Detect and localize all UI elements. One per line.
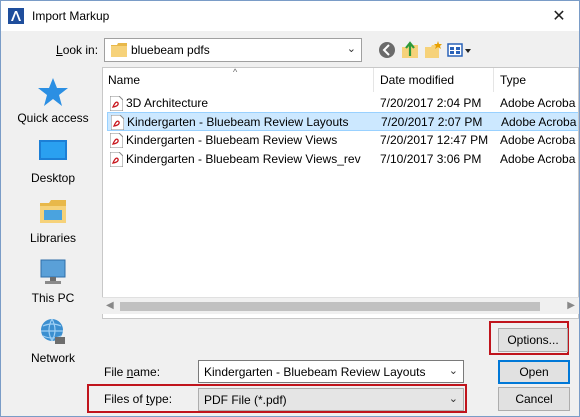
pdf-file-icon xyxy=(110,96,123,111)
import-markup-dialog: Import Markup ✕ Look in: bluebeam pdfs ⌄ xyxy=(0,0,580,417)
chevron-down-icon: ⌄ xyxy=(448,393,458,405)
place-label: Quick access xyxy=(17,111,89,125)
pdf-file-icon xyxy=(111,115,124,130)
files-of-type-dropdown[interactable]: PDF File (*.pdf) ⌄ xyxy=(198,388,464,411)
files-of-type-label: Files of type: xyxy=(104,392,173,406)
place-label: Libraries xyxy=(29,231,77,245)
place-libraries[interactable]: Libraries xyxy=(9,197,97,253)
computer-icon xyxy=(40,259,66,284)
folder-icon xyxy=(111,43,127,57)
file-row[interactable]: 3D Architecture 7/20/2017 2:04 PM Adobe … xyxy=(107,94,578,113)
place-label: Desktop xyxy=(30,171,76,185)
look-in-label: Look in: xyxy=(56,43,99,57)
place-quick-access[interactable]: Quick access xyxy=(9,77,97,133)
close-icon: ✕ xyxy=(552,8,566,25)
cancel-button[interactable]: Cancel xyxy=(498,387,570,411)
back-arrow-icon[interactable] xyxy=(377,40,397,60)
app-icon xyxy=(8,8,24,24)
file-type: Adobe Acroba xyxy=(501,115,577,129)
open-button[interactable]: Open xyxy=(498,360,570,384)
desktop-icon xyxy=(39,140,67,160)
scrollbar-thumb[interactable] xyxy=(120,302,540,311)
look-in-value: bluebeam pdfs xyxy=(131,43,210,57)
up-folder-icon[interactable] xyxy=(400,40,420,60)
sort-ascending-icon: ^ xyxy=(233,67,238,77)
column-header-name[interactable]: Name xyxy=(108,73,140,87)
column-header-date-modified[interactable]: Date modified xyxy=(380,73,454,87)
file-row[interactable]: Kindergarten - Bluebeam Review Views_rev… xyxy=(107,150,578,169)
file-row-selected[interactable]: Kindergarten - Bluebeam Review Layouts 7… xyxy=(107,112,578,131)
file-date: 7/20/2017 12:47 PM xyxy=(380,133,489,147)
star-icon xyxy=(38,78,68,106)
file-name-label: File name: xyxy=(104,365,161,379)
column-divider[interactable] xyxy=(373,68,374,92)
files-of-type-value: PDF File (*.pdf) xyxy=(204,393,287,407)
view-menu-icon[interactable] xyxy=(446,40,472,60)
new-folder-icon[interactable] xyxy=(423,40,443,60)
libraries-icon xyxy=(40,200,66,223)
title-bar: Import Markup ✕ xyxy=(1,1,579,31)
file-name: Kindergarten - Bluebeam Review Layouts xyxy=(127,115,349,129)
pdf-file-icon xyxy=(110,152,123,167)
place-network[interactable]: Network xyxy=(9,317,97,373)
file-type: Adobe Acroba xyxy=(500,133,576,147)
horizontal-scrollbar[interactable]: ◀ ▶ xyxy=(102,297,579,314)
file-date: 7/20/2017 2:04 PM xyxy=(380,96,482,110)
file-name-value: Kindergarten - Bluebeam Review Layouts xyxy=(204,365,426,379)
chevron-down-icon: ⌄ xyxy=(346,43,356,55)
file-name: 3D Architecture xyxy=(126,96,209,110)
file-type: Adobe Acroba xyxy=(500,152,576,166)
options-button-label: Options... xyxy=(507,333,559,347)
window-title: Import Markup xyxy=(32,9,110,23)
place-label: Network xyxy=(30,351,75,365)
file-name-input[interactable]: Kindergarten - Bluebeam Review Layouts ⌄ xyxy=(198,360,464,383)
file-type: Adobe Acroba xyxy=(500,96,576,110)
column-header-type[interactable]: Type xyxy=(500,73,526,87)
open-button-label: Open xyxy=(519,365,549,379)
look-in-dropdown[interactable]: bluebeam pdfs ⌄ xyxy=(104,38,362,62)
file-name: Kindergarten - Bluebeam Review Views xyxy=(126,133,338,147)
file-row[interactable]: Kindergarten - Bluebeam Review Views 7/2… xyxy=(107,131,578,150)
options-button[interactable]: Options... xyxy=(498,328,568,352)
place-this-pc[interactable]: This PC xyxy=(9,257,97,313)
scroll-right-icon[interactable]: ▶ xyxy=(567,300,575,311)
file-list-header: ^ Name Date modified Type xyxy=(103,67,578,92)
column-divider[interactable] xyxy=(493,68,494,92)
place-label: This PC xyxy=(31,291,75,305)
file-date: 7/20/2017 2:07 PM xyxy=(381,115,483,129)
file-list: ^ Name Date modified Type 3D Architectur… xyxy=(102,67,579,319)
file-date: 7/10/2017 3:06 PM xyxy=(380,152,482,166)
close-button[interactable]: ✕ xyxy=(545,5,573,27)
network-icon xyxy=(41,318,65,344)
place-desktop[interactable]: Desktop xyxy=(9,137,97,193)
cancel-button-label: Cancel xyxy=(515,392,553,406)
pdf-file-icon xyxy=(110,133,123,148)
file-name: Kindergarten - Bluebeam Review Views_rev xyxy=(126,152,361,166)
chevron-down-icon[interactable]: ⌄ xyxy=(449,364,458,377)
places-bar: Quick access Desktop Libraries This PC N… xyxy=(9,67,97,377)
scroll-left-icon[interactable]: ◀ xyxy=(106,300,114,311)
